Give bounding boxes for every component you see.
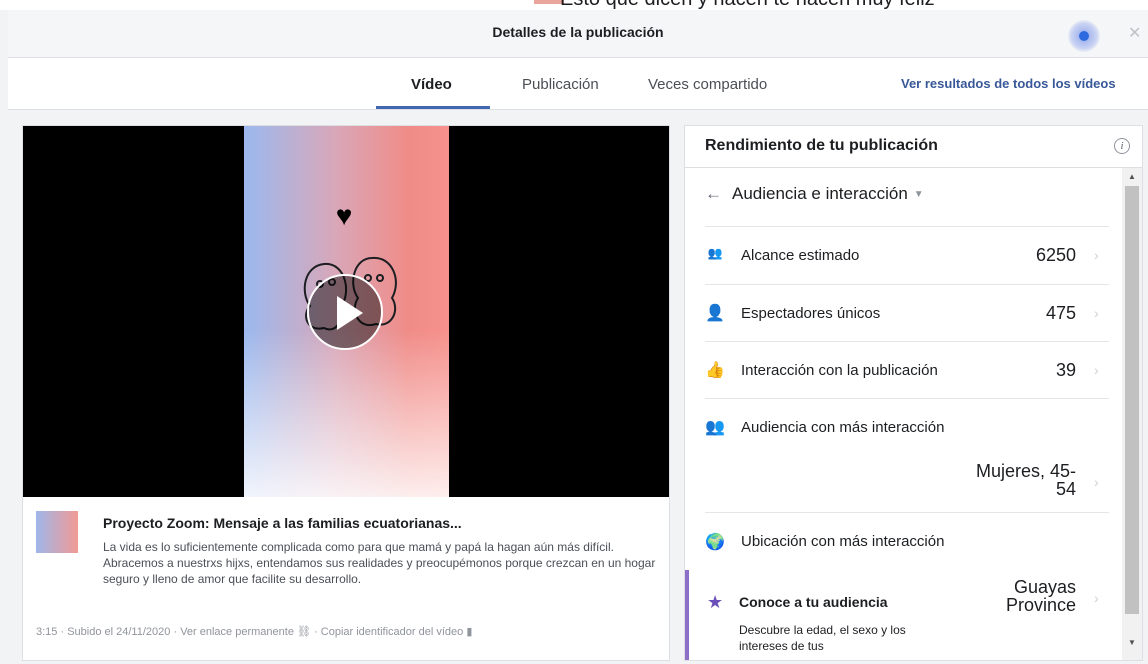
scroll-thumb[interactable] bbox=[1125, 186, 1139, 614]
scroll-down-icon[interactable]: ▼ bbox=[1128, 638, 1136, 647]
metric-row-interaction[interactable]: 👍 Interacción con la publicación 39 › bbox=[685, 341, 1122, 398]
globe-icon: 🌍 bbox=[705, 534, 725, 551]
video-frame: ♥ bbox=[244, 126, 449, 497]
video-player[interactable]: ♥ bbox=[23, 126, 669, 497]
know-audience-title: Conoce a tu audiencia bbox=[739, 594, 888, 610]
back-arrow-icon[interactable]: ← bbox=[705, 184, 722, 203]
chevron-right-icon: › bbox=[1094, 362, 1099, 378]
tab-veces-compartido[interactable]: Veces compartido bbox=[648, 76, 767, 93]
group-icon: 👥 bbox=[707, 246, 723, 260]
link-icon: ⛓ bbox=[297, 626, 311, 638]
video-info: Proyecto Zoom: Mensaje a las familias ec… bbox=[23, 497, 669, 660]
heart-icon: ♥ bbox=[335, 200, 353, 231]
dialog-title: Detalles de la publicación bbox=[492, 24, 664, 40]
star-icon: ★ bbox=[707, 592, 724, 612]
metric-value: 475 bbox=[1045, 303, 1076, 323]
metric-label: Interacción con la publicación bbox=[741, 362, 938, 379]
close-icon[interactable]: ✕ bbox=[1128, 23, 1141, 43]
background-page-strip: Esto que dicen y hacen te hacen muy feli… bbox=[0, 0, 1148, 10]
metric-value: 39 bbox=[1055, 360, 1076, 380]
video-meta: 3:15 · Subido el 24/11/2020 · Ver enlace… bbox=[36, 625, 472, 638]
video-title: Proyecto Zoom: Mensaje a las familias ec… bbox=[103, 515, 462, 531]
metric-row-unique-viewers[interactable]: 👤 Espectadores únicos 475 › bbox=[685, 284, 1122, 341]
people-icon: 👥 bbox=[705, 419, 725, 436]
video-thumbnail bbox=[36, 511, 78, 553]
audience-section-label: Audiencia e interacción bbox=[732, 184, 908, 203]
chevron-right-icon: › bbox=[1094, 474, 1099, 490]
scroll-up-icon[interactable]: ▲ bbox=[1128, 172, 1136, 181]
play-button[interactable] bbox=[307, 274, 383, 350]
scrollbar[interactable]: ▲ ▼ bbox=[1122, 168, 1142, 660]
person-icon: 👤 bbox=[705, 305, 725, 322]
chevron-right-icon: › bbox=[1094, 305, 1099, 321]
tab-publicacion[interactable]: Publicación bbox=[522, 76, 599, 93]
performance-panel: Rendimiento de tu publicación i ← Audienc… bbox=[684, 125, 1143, 661]
thumbs-up-icon: 👍 bbox=[705, 362, 725, 379]
performance-title: Rendimiento de tu publicación bbox=[705, 137, 938, 154]
info-icon[interactable]: i bbox=[1114, 138, 1130, 154]
metric-row-reach[interactable]: 👥 Alcance estimado 6250 › bbox=[685, 226, 1122, 284]
video-description: La vida es lo suficientemente complicada… bbox=[103, 540, 656, 586]
performance-header: Rendimiento de tu publicación i bbox=[685, 126, 1142, 168]
metric-value: Mujeres, 45-54 bbox=[975, 461, 1076, 499]
copy-icon: ▮ bbox=[466, 626, 473, 638]
metric-label: Espectadores únicos bbox=[741, 305, 881, 322]
upload-date: Subido el 24/11/2020 bbox=[67, 626, 171, 638]
tab-bar: Vídeo Publicación Veces compartido Ver r… bbox=[8, 58, 1148, 110]
know-audience-description: Descubre la edad, el sexo y los interese… bbox=[739, 623, 906, 653]
chevron-right-icon: › bbox=[1094, 247, 1099, 263]
metric-value: 6250 bbox=[1035, 245, 1076, 265]
metric-label: Audiencia con más interacción bbox=[741, 419, 945, 436]
video-duration: 3:15 bbox=[36, 626, 58, 638]
copy-video-id-link[interactable]: Copiar identificador del vídeo bbox=[321, 626, 463, 638]
audience-section-header[interactable]: ← Audiencia e interacción ▼ bbox=[705, 184, 924, 204]
metric-label: Alcance estimado bbox=[741, 247, 860, 264]
metric-label: Ubicación con más interacción bbox=[741, 533, 945, 550]
know-your-audience-popup[interactable]: ★ Conoce a tu audiencia Descubre la edad… bbox=[685, 570, 935, 660]
background-page-text: Esto que dicen y hacen te hacen muy feli… bbox=[560, 0, 935, 10]
meta-separator: · bbox=[314, 626, 321, 638]
cursor-dot bbox=[1079, 31, 1089, 41]
tab-video[interactable]: Vídeo bbox=[411, 76, 452, 93]
metric-value: Guayas Province bbox=[1005, 577, 1076, 615]
dialog-header: Detalles de la publicación ✕ bbox=[8, 10, 1148, 58]
active-tab-indicator bbox=[376, 106, 490, 109]
video-card: ♥ Proyecto Zoom: Mensaje a las familias … bbox=[22, 125, 670, 661]
all-videos-results-link[interactable]: Ver resultados de todos los vídeos bbox=[901, 76, 1116, 91]
permalink-link[interactable]: Ver enlace permanente bbox=[180, 626, 294, 638]
dropdown-caret-icon[interactable]: ▼ bbox=[914, 189, 924, 200]
metric-row-top-audience[interactable]: 👥 Audiencia con más interacción Mujeres,… bbox=[685, 398, 1122, 512]
chevron-right-icon: › bbox=[1094, 590, 1099, 606]
